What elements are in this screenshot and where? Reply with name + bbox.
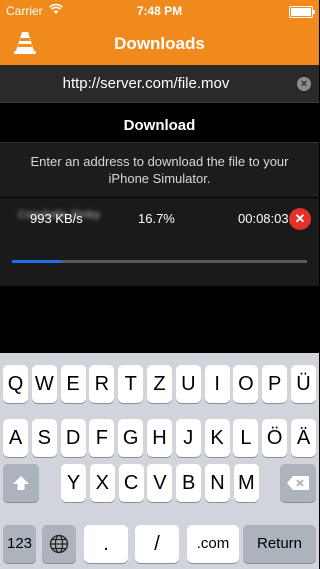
battery-icon bbox=[289, 6, 315, 18]
key-e[interactable]: E bbox=[60, 365, 86, 403]
url-input[interactable]: http://server.com/file.mov × bbox=[0, 65, 319, 103]
key-u[interactable]: U bbox=[175, 365, 201, 403]
shift-key[interactable] bbox=[3, 464, 39, 502]
key-o[interactable]: O bbox=[233, 365, 259, 403]
key-w[interactable]: W bbox=[31, 365, 57, 403]
key-m[interactable]: M bbox=[233, 464, 259, 502]
key-a[interactable]: A bbox=[3, 419, 28, 457]
key-h[interactable]: H bbox=[147, 419, 172, 457]
dotcom-key[interactable]: .com bbox=[187, 525, 239, 563]
slash-key[interactable]: / bbox=[135, 525, 179, 563]
key-t[interactable]: T bbox=[118, 365, 144, 403]
cancel-download-icon[interactable]: ✕ bbox=[289, 208, 311, 230]
globe-key[interactable] bbox=[42, 525, 76, 563]
nav-bar: Carrier 7:48 PM Downloads bbox=[0, 0, 319, 65]
download-speed: 993 KB/s bbox=[30, 211, 83, 226]
key-l[interactable]: L bbox=[233, 419, 259, 457]
key-d[interactable]: D bbox=[60, 419, 86, 457]
backspace-icon bbox=[287, 476, 309, 490]
key-p[interactable]: P bbox=[262, 365, 288, 403]
key-v[interactable]: V bbox=[147, 464, 173, 502]
key-q[interactable]: Q bbox=[3, 365, 28, 403]
globe-icon bbox=[49, 534, 69, 554]
return-key[interactable]: Return bbox=[243, 525, 316, 563]
key-s[interactable]: S bbox=[31, 419, 57, 457]
key-j[interactable]: J bbox=[175, 419, 201, 457]
delete-key[interactable] bbox=[280, 464, 316, 502]
key-c[interactable]: C bbox=[118, 464, 144, 502]
key-y[interactable]: Y bbox=[61, 464, 86, 502]
period-key[interactable]: . bbox=[84, 525, 128, 563]
key-z[interactable]: Z bbox=[147, 365, 172, 403]
key-x[interactable]: X bbox=[89, 464, 115, 502]
key-ü[interactable]: Ü bbox=[291, 365, 316, 403]
numbers-key[interactable]: 123 bbox=[3, 525, 36, 563]
url-input-value[interactable]: http://server.com/file.mov bbox=[0, 75, 292, 92]
download-percent: 16.7% bbox=[138, 211, 175, 226]
key-k[interactable]: K bbox=[204, 419, 230, 457]
page-title: Downloads bbox=[114, 34, 205, 53]
key-ö[interactable]: Ö bbox=[262, 419, 288, 457]
keyboard: QWERTZUIOPÜ ASDFGHJKLÖÄ YXCVBNM 123 . / … bbox=[0, 353, 319, 569]
status-bar: Carrier 7:48 PM bbox=[0, 0, 319, 22]
download-progress-bar bbox=[12, 260, 307, 263]
key-r[interactable]: R bbox=[89, 365, 115, 403]
key-n[interactable]: N bbox=[205, 464, 230, 502]
key-g[interactable]: G bbox=[118, 419, 144, 457]
shift-icon bbox=[13, 476, 29, 490]
help-text: Enter an address to download the file to… bbox=[30, 154, 289, 186]
download-progress-fill bbox=[12, 260, 62, 263]
clear-icon[interactable]: × bbox=[297, 77, 311, 91]
help-panel: Enter an address to download the file to… bbox=[0, 142, 319, 197]
download-remaining-time: 00:08:03 bbox=[238, 211, 289, 226]
key-ä[interactable]: Ä bbox=[291, 419, 316, 457]
key-i[interactable]: I bbox=[204, 365, 230, 403]
download-button[interactable]: Download bbox=[0, 110, 319, 142]
status-time: 7:48 PM bbox=[136, 4, 183, 18]
key-f[interactable]: F bbox=[89, 419, 115, 457]
key-b[interactable]: B bbox=[176, 464, 202, 502]
